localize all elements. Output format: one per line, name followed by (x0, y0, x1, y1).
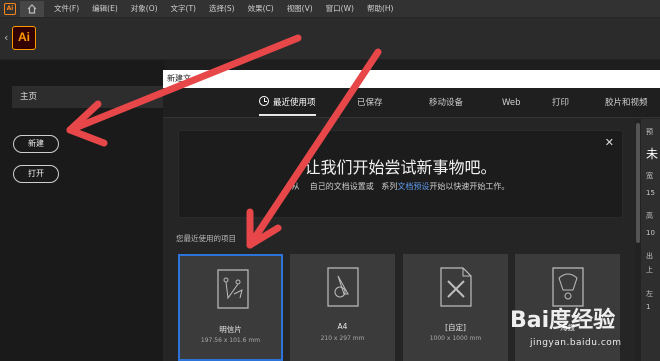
menu-effect[interactable]: 效果(C) (248, 0, 274, 18)
tab-web[interactable]: Web (502, 88, 521, 118)
home-icon (27, 4, 37, 14)
sidebar-item-home[interactable]: 主页 (12, 86, 163, 108)
menu-list: 文件(F) 编辑(E) 对象(O) 文字(T) 选择(S) 效果(C) 视图(V… (54, 0, 406, 18)
card-size: 1000 x 1000 mm (429, 335, 482, 342)
card-size: 197.56 x 101.6 mm (200, 337, 261, 344)
custom-doc-icon (440, 267, 472, 307)
tab-film-video[interactable]: 胶片和视频 (605, 88, 648, 118)
illustrator-logo: Ai (12, 26, 36, 50)
menu-edit[interactable]: 编辑(E) (92, 0, 118, 18)
bleed-label: 出 (646, 252, 653, 260)
app-bar: ‹ Ai (0, 18, 660, 60)
banner-sub-mid: 自己的文档设置或 (309, 182, 374, 191)
watermark-url: jingyan.baidu.com (530, 338, 622, 348)
scrollbar-thumb[interactable] (636, 123, 640, 243)
card-size: 210 x 297 mm (320, 335, 365, 342)
card-name: [自定] (445, 323, 466, 332)
card-name: 明信片 (219, 325, 242, 334)
preset-card-custom[interactable]: [自定] 1000 x 1000 mm (403, 254, 508, 361)
tab-recent[interactable]: 最近使用项 (259, 88, 316, 118)
a4-doc-icon (327, 267, 359, 307)
menu-bar: Ai 文件(F) 编辑(E) 对象(O) 文字(T) 选择(S) 效果(C) 视… (0, 0, 660, 18)
menu-file[interactable]: 文件(F) (54, 0, 79, 18)
tab-saved[interactable]: 已保存 (357, 88, 383, 118)
banner-sub-prefix: 从 (291, 182, 300, 191)
details-name[interactable]: 未 (646, 145, 658, 162)
banner-sub-series: 系列 (381, 182, 398, 191)
banner-headline: 让我们开始尝试新事物吧。 (304, 158, 497, 177)
recent-items-label: 您最近使用的项目 (176, 234, 236, 243)
menu-object[interactable]: 对象(O) (131, 0, 158, 18)
collapse-chevron-icon[interactable]: ‹ (4, 31, 8, 44)
bleed-top-label: 上 (646, 266, 653, 274)
details-label: 预 (646, 128, 653, 136)
menu-type[interactable]: 文字(T) (171, 0, 196, 18)
width-value[interactable]: 15 (646, 189, 655, 197)
tab-print[interactable]: 打印 (552, 88, 569, 118)
app-icon: Ai (4, 3, 16, 15)
menu-select[interactable]: 选择(S) (209, 0, 235, 18)
banner-subtext: 从 自己的文档设置或 系列文档预设开始以快速开始工作。 (179, 181, 622, 192)
width-label: 宽 (646, 172, 653, 180)
close-icon[interactable]: ✕ (605, 136, 614, 149)
postcard-icon (217, 269, 249, 309)
banner-sub-suffix: 开始以快速开始工作。 (429, 182, 510, 191)
baidu-watermark: Bai度经验 jingyan.baidu.com (510, 302, 656, 356)
open-button[interactable]: 打开 (13, 165, 59, 183)
presets-link[interactable]: 文档预设 (397, 182, 429, 191)
height-value[interactable]: 10 (646, 229, 655, 237)
card-name: A4 (337, 322, 348, 331)
preset-tabs: 最近使用项 已保存 移动设备 Web 打印 胶片和视频 (163, 88, 660, 118)
dialog-titlebar: 新建文 (163, 70, 660, 88)
clock-icon (259, 96, 269, 106)
menu-help[interactable]: 帮助(H) (367, 0, 394, 18)
menu-window[interactable]: 窗口(W) (326, 0, 354, 18)
preset-card-postcard[interactable]: 明信片 197.56 x 101.6 mm (178, 254, 283, 361)
new-button[interactable]: 新建 (13, 135, 59, 153)
home-sidebar: 主页 新建 打开 (0, 61, 165, 361)
home-button[interactable] (20, 1, 44, 17)
height-label: 高 (646, 212, 653, 220)
dialog-title: 新建文 (167, 74, 191, 83)
watermark-text: Bai度经验 (510, 308, 616, 333)
tab-recent-label: 最近使用项 (273, 98, 316, 108)
bleed-left-label: 左 (646, 290, 653, 298)
menu-view[interactable]: 视图(V) (287, 0, 313, 18)
welcome-banner: ✕ 让我们开始尝试新事物吧。 从 自己的文档设置或 系列文档预设开始以快速开始工… (178, 130, 623, 218)
preset-card-a4[interactable]: A4 210 x 297 mm (290, 254, 395, 361)
tab-mobile[interactable]: 移动设备 (429, 88, 463, 118)
